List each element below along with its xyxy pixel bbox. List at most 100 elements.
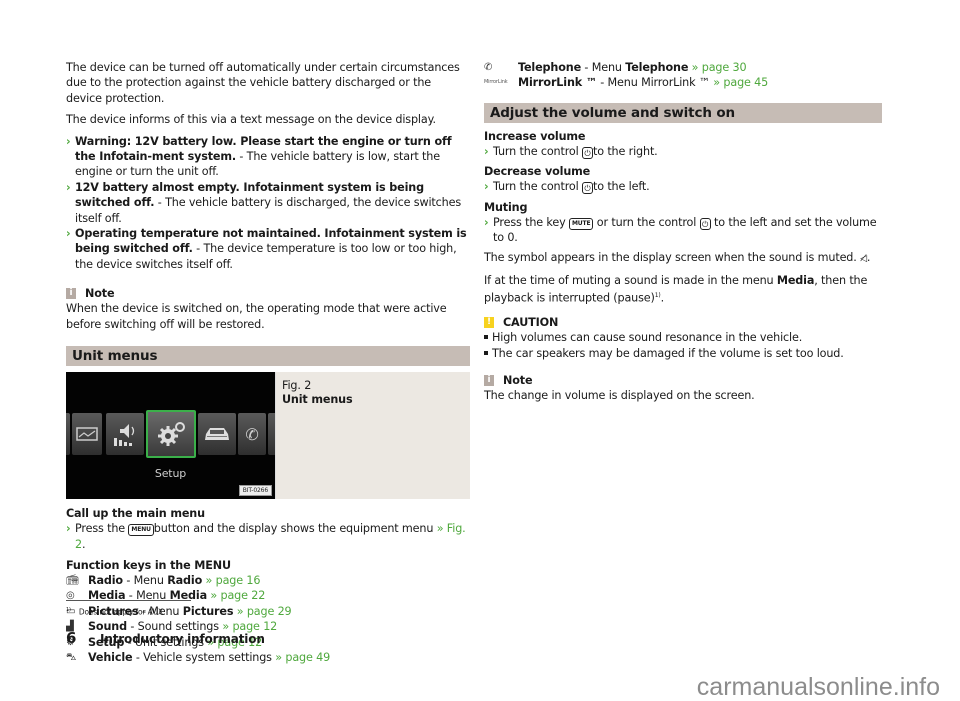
function-keys-title: Function keys in the MENU [66,558,231,572]
figure-caption: Fig. 2 Unit menus [276,372,470,500]
note-title: Note [85,287,115,301]
function-menu: Pictures [182,604,234,618]
footnote-text: Does not apply for AUX. [78,607,166,617]
function-key-mirrorlink: MirrorLink MirrorLink ™ - Menu MirrorLink… [484,75,882,90]
step-text: or turn the control [593,215,700,229]
sound-tile [106,413,144,456]
note-header: i Note [484,373,882,388]
decrease-volume-title: Decrease volume [484,165,591,179]
info-icon: i [66,288,76,300]
function-desc: - Menu MirrorLink ™ [596,76,710,90]
function-desc: - Menu [581,61,626,74]
footnote-divider [66,600,191,601]
note-text: When the device is switched on, the oper… [66,302,447,331]
symbol-paragraph: The symbol appears in the display screen… [484,251,871,265]
page-footer: 6 Introductory information [66,629,265,647]
warning-item: › Operating temperature not maintained. I… [66,226,470,272]
increase-volume-block: Increase volume › Turn the control ⏻ to th… [484,129,882,159]
section-heading-unit-menus: Unit menus [66,346,470,367]
page-link[interactable]: » page 22 [207,589,265,602]
caution-title: CAUTION [503,316,559,330]
pictures-tile [72,413,102,456]
radio-icon: 📻︎ [66,574,79,586]
note-text: The change in volume is displayed on the… [484,389,755,403]
watermark: carmanualsonline.info [696,673,940,701]
step-text: Press the key [493,215,569,229]
function-menu: Radio [167,573,203,587]
mirrorlink-icon: MirrorLink [484,79,508,86]
caution-header: ! CAUTION [484,315,882,330]
call-up-title: Call up the main menu [66,507,205,521]
gear-icon [158,422,185,447]
call-up-block: Call up the main menu › Press the MENU but… [66,506,470,552]
setup-tile-selected [146,410,196,459]
decrease-step: › Turn the control ⏻ to the left. [484,179,882,195]
caution-icon: ! [484,317,494,329]
pictures-icon [76,427,98,441]
mute-key-icon: MUTE [568,217,594,230]
left-column: The device can be turned off automatical… [66,60,470,665]
symbol-text: The symbol appears in the display screen… [484,251,861,265]
telephone-icon: ✆ [245,424,259,444]
function-desc: - Menu [122,573,168,587]
function-name: Vehicle [88,650,133,664]
arrow-bullet-icon: › [66,227,71,241]
mute-symbol-icon: ◁̸ [860,254,867,265]
figure-code: BIT-0266 [238,485,272,497]
telephone-icon: ✆ [484,62,493,73]
page-link[interactable]: » page 45 [710,76,768,89]
footnote: 1) Does not apply for AUX. [66,607,165,617]
info-icon: i [484,375,494,387]
media-term: Media [776,273,815,287]
paragraph-text: If at the time of muting a sound is made… [484,273,777,287]
figure-unit-menus: ✆ Setup BIT-0266 Fig. 2 Unit menus [66,372,470,500]
screen-label: Setup [154,467,187,481]
figure-title: Unit menus [282,392,353,406]
control-knob-icon: ⏻ [699,217,711,230]
section-heading-volume: Adjust the volume and switch on [484,102,882,123]
arrow-bullet-icon: › [66,522,71,536]
square-bullet-icon [484,350,488,355]
step-text: button and the display shows the equipme… [153,522,437,536]
caution-item: The car speakers may be damaged if the v… [484,346,882,361]
control-knob-icon: ⏻ [581,182,593,195]
muting-title: Muting [484,200,528,214]
sound-icon [114,424,135,447]
page-link[interactable]: » page 30 [688,61,747,74]
function-key-media: ◎ Media - Menu Media » page 22 [66,588,470,603]
intro-paragraph-2: The device informs of this via a text me… [66,113,436,127]
function-key-radio: 📻︎ Radio - Menu Radio » page 16 [66,573,470,588]
step-text: to the right. [592,144,658,158]
page-link[interactable]: » page 16 [202,574,261,587]
note-header: i Note [66,286,470,301]
function-name: MirrorLink ™ [518,76,597,90]
arrow-bullet-icon: › [66,180,71,194]
function-key-telephone: ✆ Telephone - Menu Telephone » page 30 [484,60,882,75]
step-text: . [81,537,86,551]
caution-text: High volumes can cause sound resonance i… [492,331,803,345]
note-block: i Note When the device is switched on, t… [66,286,470,332]
step-text: Turn the control [493,144,582,158]
function-name: Telephone [518,61,582,74]
control-knob-icon: ⏻ [581,146,593,159]
function-menu: Telephone [625,61,689,74]
telephone-tile: ✆ [238,413,266,456]
media-tile [66,413,70,456]
vehicle-tile [198,413,236,456]
mirrorlink-tile [268,413,275,456]
unit-menu-screenshot: ✆ Setup BIT-0266 [66,372,276,500]
muting-block: Muting › Press the key MUTE or turn the c… [484,200,882,246]
page-link[interactable]: » page 29 [233,605,292,618]
vehicle-icon: ⛍ [66,651,77,663]
function-desc: - Vehicle system settings [132,650,272,664]
intro-paragraph-1: The device can be turned off automatical… [66,61,460,105]
menu-key-icon: MENU [128,524,154,537]
caution-item: High volumes can cause sound resonance i… [484,330,882,345]
page-link[interactable]: » page 49 [272,651,330,664]
increase-step: › Turn the control ⏻ to the right. [484,144,882,159]
warning-item: › 12V battery almost empty. Infotainment … [66,180,470,226]
figure-label: Fig. 2 [282,379,312,393]
function-key-vehicle: ⛍ Vehicle - Vehicle system settings » pag… [66,650,470,665]
warning-item: › Warning: 12V battery low. Please start … [66,134,470,180]
square-bullet-icon [484,335,488,340]
